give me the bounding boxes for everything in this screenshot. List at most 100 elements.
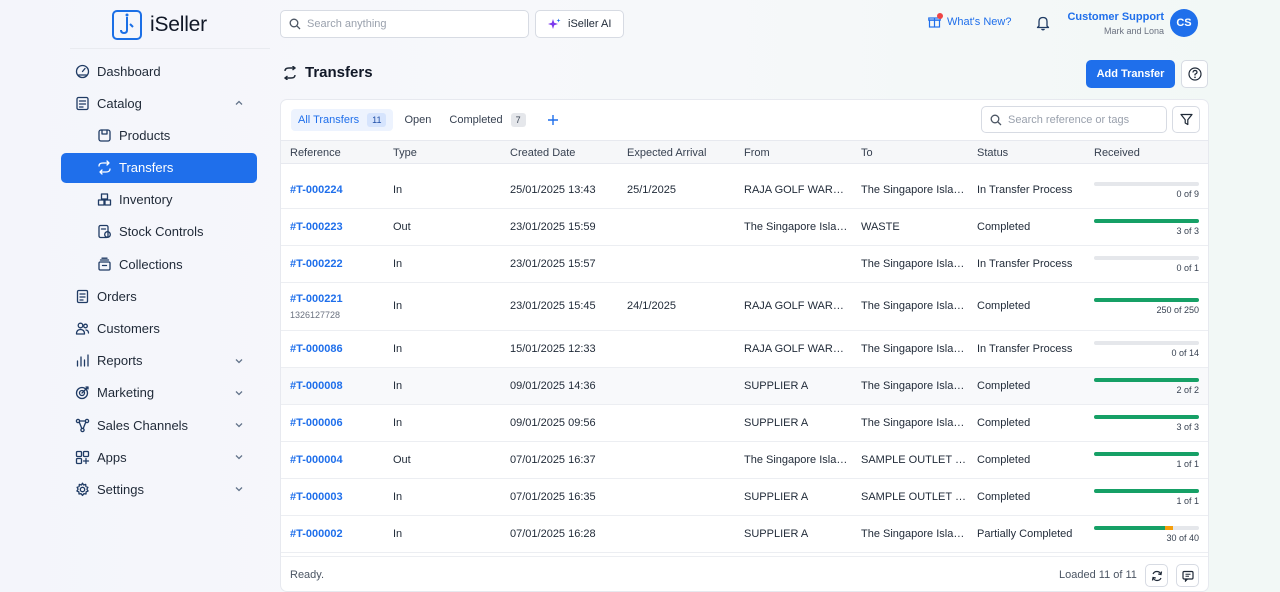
transfer-reference-link[interactable]: #T-000086 xyxy=(290,343,385,355)
column-header[interactable]: To xyxy=(861,147,873,159)
transfer-reference-link[interactable]: #T-000008 xyxy=(290,380,385,392)
table-search[interactable] xyxy=(981,106,1167,133)
help-button[interactable] xyxy=(1181,60,1208,88)
iseller-ai-button[interactable]: iSeller AI xyxy=(535,10,624,38)
table-row[interactable]: #T-000002 In 07/01/2025 16:28 SUPPLIER A The… xyxy=(281,516,1208,553)
received-progress-bar xyxy=(1094,340,1199,345)
cell-type: Out xyxy=(393,220,411,233)
global-search[interactable] xyxy=(280,10,529,38)
sidebar-item-stock-controls[interactable]: Stock Controls xyxy=(61,217,257,247)
tab-all-transfers[interactable]: All Transfers 11 xyxy=(291,109,394,131)
chevron-down-icon[interactable] xyxy=(233,483,245,495)
sidebar-item-sales-channels[interactable]: Sales Channels xyxy=(61,410,257,440)
received-count: 1 of 1 xyxy=(1176,495,1199,506)
search-icon xyxy=(990,114,1002,126)
sidebar-item-inventory[interactable]: Inventory xyxy=(61,185,257,215)
table-row[interactable]: #T-000222 In 23/01/2025 15:57 The Singapore… xyxy=(281,246,1208,283)
cell-from: SUPPLIER A xyxy=(744,416,809,429)
table-row[interactable]: #T-000004 Out 07/01/2025 16:37 The Singapor… xyxy=(281,442,1208,479)
chevron-down-icon[interactable] xyxy=(233,355,245,367)
column-header[interactable]: Type xyxy=(393,147,417,159)
received-progress-bar xyxy=(1094,255,1199,260)
transfer-reference-link[interactable]: #T-000224 xyxy=(290,184,385,196)
cell-to: The Singapore Island Country Club xyxy=(861,416,968,429)
sidebar-item-transfers[interactable]: Transfers xyxy=(61,152,257,183)
column-header[interactable]: Status xyxy=(977,147,1008,159)
received-count: 0 of 1 xyxy=(1176,262,1199,273)
chevron-down-icon[interactable] xyxy=(233,387,245,399)
sales-channels-icon xyxy=(74,417,90,433)
sidebar-item-reports[interactable]: Reports xyxy=(61,346,257,376)
received-progress-bar xyxy=(1094,451,1199,456)
table-search-input[interactable] xyxy=(1008,113,1158,126)
refresh-button[interactable] xyxy=(1145,564,1168,587)
add-transfer-button[interactable]: Add Transfer xyxy=(1086,60,1175,88)
transfer-reference-link[interactable]: #T-000003 xyxy=(290,491,385,503)
logo-icon xyxy=(112,10,142,40)
table-row[interactable]: #T-000008 In 09/01/2025 14:36 SUPPLIER A The… xyxy=(281,368,1208,405)
table-row[interactable]: #T-000224 In 25/01/2025 13:43 25/1/2025 RAJA… xyxy=(281,172,1208,209)
tab-open[interactable]: Open xyxy=(397,109,438,131)
filter-button[interactable] xyxy=(1172,106,1200,133)
sidebar-item-settings[interactable]: Settings xyxy=(61,474,257,504)
catalog-icon xyxy=(74,95,90,111)
chevron-down-icon[interactable] xyxy=(233,419,245,431)
transfer-reference-link[interactable]: #T-000006 xyxy=(290,417,385,429)
table-row[interactable]: #T-000086 In 15/01/2025 12:33 RAJA GOLF WAR… xyxy=(281,331,1208,368)
column-header[interactable]: From xyxy=(744,147,770,159)
column-header[interactable]: Received xyxy=(1094,147,1140,159)
cell-to: The Singapore Island Country Club xyxy=(861,183,968,196)
column-header[interactable]: Expected Arrival xyxy=(627,147,706,159)
received-progress-bar xyxy=(1094,298,1199,302)
transfer-reference-link[interactable]: #T-000221 xyxy=(290,293,385,305)
sidebar-item-apps[interactable]: Apps xyxy=(61,442,257,472)
received-count: 2 of 2 xyxy=(1176,384,1199,395)
table-footer: Ready. Loaded 11 of 11 xyxy=(281,556,1208,591)
apps-icon xyxy=(74,449,90,465)
sidebar-item-dashboard[interactable]: Dashboard xyxy=(61,56,257,86)
user-menu[interactable]: Customer Support Mark and Lona xyxy=(1067,11,1164,36)
transfer-reference-link[interactable]: #T-000004 xyxy=(290,454,385,466)
table-row[interactable]: #T-000003 In 07/01/2025 16:35 SUPPLIER A SAM… xyxy=(281,479,1208,516)
chevron-down-icon[interactable] xyxy=(233,451,245,463)
tab-count-badge: 7 xyxy=(510,113,526,127)
tab-bar: All Transfers 11 Open Completed 7 xyxy=(291,109,563,131)
sidebar-item-products[interactable]: Products xyxy=(61,120,257,150)
sidebar-item-catalog[interactable]: Catalog xyxy=(61,88,257,118)
sidebar-item-collections[interactable]: Collections xyxy=(61,249,257,279)
cell-created: 09/01/2025 14:36 xyxy=(510,379,596,392)
search-input[interactable] xyxy=(307,18,507,30)
progress-fill xyxy=(1094,525,1166,530)
whats-new-link[interactable]: What's New? xyxy=(928,13,1011,28)
bell-icon[interactable] xyxy=(1036,15,1050,31)
transfer-reference-link[interactable]: #T-000223 xyxy=(290,221,385,233)
comment-icon xyxy=(1181,570,1194,582)
collections-icon xyxy=(96,256,112,272)
received-progress-bar xyxy=(1094,488,1199,493)
cell-status: Partially Completed xyxy=(977,527,1073,540)
comment-button[interactable] xyxy=(1176,564,1199,587)
sidebar-item-marketing[interactable]: Marketing xyxy=(61,378,257,408)
sidebar-item-orders[interactable]: Orders xyxy=(61,281,257,311)
cell-type: In xyxy=(393,490,403,503)
received-count: 3 of 3 xyxy=(1176,225,1199,236)
chevron-up-icon[interactable] xyxy=(233,97,245,109)
cell-expected: 25/1/2025 xyxy=(627,183,676,196)
transfer-reference-link[interactable]: #T-000002 xyxy=(290,528,385,540)
table-row[interactable]: #T-000223 Out 23/01/2025 15:59 The Singapor… xyxy=(281,209,1208,246)
table-row[interactable]: #T-000221 In 23/01/2025 15:45 24/1/2025 RAJA… xyxy=(281,283,1208,331)
column-header[interactable]: Reference xyxy=(290,147,341,159)
received-count: 1 of 1 xyxy=(1176,458,1199,469)
tab-completed[interactable]: Completed 7 xyxy=(442,109,532,131)
transfers-icon xyxy=(96,160,112,176)
column-header[interactable]: Created Date xyxy=(510,147,575,159)
sidebar-item-customers[interactable]: Customers xyxy=(61,314,257,344)
avatar[interactable]: CS xyxy=(1170,9,1198,37)
search-icon xyxy=(289,18,301,30)
table-row[interactable]: #T-000006 In 09/01/2025 09:56 SUPPLIER A The… xyxy=(281,405,1208,442)
transfer-reference-link[interactable]: #T-000222 xyxy=(290,258,385,270)
add-tab-button[interactable] xyxy=(543,110,563,130)
cell-type: In xyxy=(393,257,403,270)
logo[interactable]: iSeller xyxy=(112,10,207,40)
received-progress-bar xyxy=(1094,525,1199,530)
